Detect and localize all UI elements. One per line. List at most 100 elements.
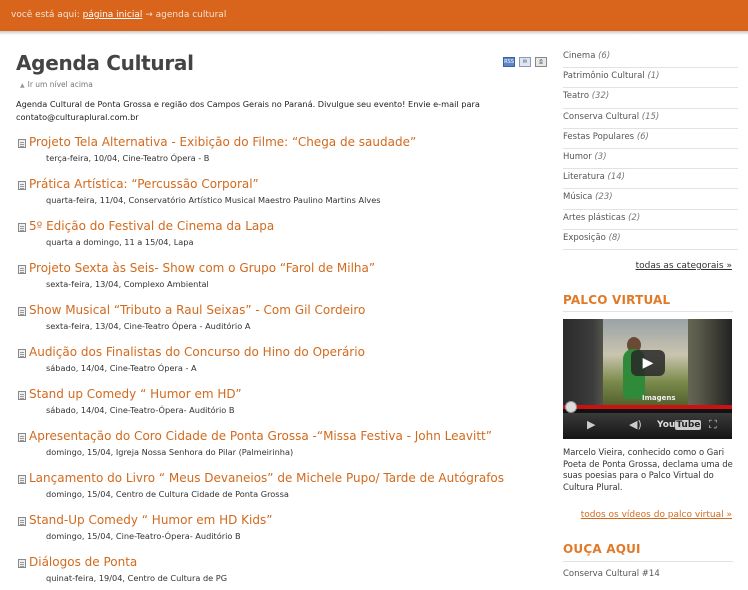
event-doc-icon [18, 517, 26, 526]
event-meta: sexta-feira, 13/04, Complexo Ambiental [46, 279, 209, 289]
event-doc-icon [18, 433, 26, 442]
fullscreen-icon[interactable]: ⛶ [709, 418, 717, 432]
breadcrumb-arrow: → [145, 10, 153, 20]
event-doc-icon [18, 223, 26, 232]
category-list: Cinema (6) Patrimônio Cultural (1) Teatro … [563, 48, 738, 250]
event-title-link[interactable]: 5º Edição do Festival de Cinema da Lapa [29, 219, 274, 233]
event-title-link[interactable]: Show Musical “Tributo a Raul Seixas” - C… [29, 303, 365, 317]
event-doc-icon [18, 391, 26, 400]
event-doc-icon [18, 349, 26, 358]
event-title-link[interactable]: Lançamento do Livro “ Meus Devaneios” de… [29, 471, 504, 485]
event-title-link[interactable]: Projeto Sexta às Seis- Show com o Grupo … [29, 261, 375, 275]
category-count: (3) [594, 151, 607, 162]
breadcrumb-prefix: você está aqui: [11, 10, 80, 20]
event-item: Prática Artística: “Percussão Corporal” q… [18, 177, 548, 219]
event-meta: quarta a domingo, 11 a 15/04, Lapa [46, 237, 194, 247]
event-item: Apresentação do Coro Cidade de Ponta Gro… [18, 429, 548, 471]
top-bar-shadow [0, 31, 748, 35]
top-bar: você está aqui: página inicial → agenda … [0, 0, 748, 31]
event-item: Lançamento do Livro “ Meus Devaneios” de… [18, 471, 548, 513]
event-title-link[interactable]: Projeto Tela Alternativa - Exibição do F… [29, 135, 416, 149]
intro-text: Agenda Cultural de Ponta Grossa e região… [16, 99, 480, 122]
category-count: (1) [647, 71, 660, 82]
palco-virtual-title: PALCO VIRTUAL [563, 293, 671, 307]
category-item[interactable]: Teatro (32) [563, 88, 738, 109]
category-name: Teatro [563, 91, 590, 102]
event-meta: domingo, 15/04, Igreja Nossa Senhora do … [46, 447, 294, 457]
event-meta: sexta-feira, 13/04, Cine-Teatro Ópera - … [46, 321, 251, 331]
event-title-link[interactable]: Stand up Comedy “ Humor em HD” [29, 387, 242, 401]
category-name: Festas Populares [563, 131, 635, 142]
video-controls: ▶ ◀) YouTube ⛶ [563, 413, 732, 439]
event-meta: domingo, 15/04, Cine-Teatro-Ópera- Audit… [46, 531, 241, 541]
event-doc-icon [18, 307, 26, 316]
play-control-icon[interactable]: ▶ [587, 418, 595, 431]
page-title: Agenda Cultural [16, 51, 194, 75]
email-icon[interactable]: ✉ [519, 57, 531, 67]
volume-icon[interactable]: ◀) [629, 418, 642, 431]
category-item[interactable]: Música (23) [563, 189, 738, 210]
divider [563, 311, 733, 312]
category-item[interactable]: Humor (3) [563, 149, 738, 170]
event-item: Audição dos Finalistas do Concurso do Hi… [18, 345, 548, 387]
event-item: Stand-Up Comedy “ Humor em HD Kids” domin… [18, 513, 548, 555]
category-item[interactable]: Literatura (14) [563, 169, 738, 190]
event-list: Projeto Tela Alternativa - Exibição do F… [18, 135, 548, 590]
event-doc-icon [18, 475, 26, 484]
event-item: Show Musical “Tributo a Raul Seixas” - C… [18, 303, 548, 345]
category-count: (14) [607, 172, 625, 183]
page-tools: RSS ✉ ⎙ [503, 57, 547, 67]
event-item: Projeto Tela Alternativa - Exibição do F… [18, 135, 548, 177]
video-description: Marcelo Vieira, conhecido como o Gari Po… [563, 447, 733, 492]
youtube-logo-you: You [657, 420, 676, 430]
category-count: (8) [608, 232, 621, 243]
category-count: (32) [591, 91, 610, 102]
event-item: 5º Edição do Festival de Cinema da Lapa q… [18, 219, 548, 261]
print-icon[interactable]: ⎙ [535, 57, 547, 67]
category-name: Cinema [563, 51, 596, 61]
event-title-link[interactable]: Audição dos Finalistas do Concurso do Hi… [29, 345, 365, 359]
category-name: Patrimônio Cultural [563, 71, 645, 82]
video-progress-knob[interactable] [565, 401, 577, 413]
category-item[interactable]: Patrimônio Cultural (1) [563, 68, 738, 89]
category-item[interactable]: Conserva Cultural (15) [563, 109, 738, 129]
event-title-link[interactable]: Diálogos de Ponta [29, 555, 137, 569]
category-item[interactable]: Artes plásticas (2) [563, 210, 738, 230]
event-meta: quinat-feira, 19/04, Centro de Cultura d… [46, 573, 228, 583]
event-doc-icon [18, 559, 26, 568]
event-item: Diálogos de Ponta quinat-feira, 19/04, Ce… [18, 555, 548, 590]
event-title-link[interactable]: Apresentação do Coro Cidade de Ponta Gro… [29, 429, 492, 443]
event-meta: sábado, 14/04, Cine-Teatro-Ópera- Auditó… [46, 405, 235, 415]
category-count: (6) [636, 131, 649, 142]
up-level-link[interactable]: ▲ Ir um nível acima [20, 80, 93, 89]
rss-icon[interactable]: RSS [503, 57, 515, 67]
event-meta: terça-feira, 10/04, Cine-Teatro Ópera - … [46, 153, 210, 163]
event-meta: quarta-feira, 11/04, Conservatório Artís… [46, 195, 381, 205]
category-item[interactable]: Festas Populares (6) [563, 129, 738, 149]
event-title-link[interactable]: Stand-Up Comedy “ Humor em HD Kids” [29, 513, 272, 527]
category-item[interactable]: Cinema (6) [563, 48, 738, 69]
breadcrumb-current: agenda cultural [155, 10, 227, 20]
category-name: Música [563, 192, 593, 203]
all-videos-link[interactable]: todos os vídeos do palco virtual » [581, 510, 732, 520]
category-name: Literatura [563, 172, 605, 183]
breadcrumb-home-link[interactable]: página inicial [83, 10, 143, 20]
all-categories-link[interactable]: todas as categorais » [636, 261, 732, 271]
event-item: Stand up Comedy “ Humor em HD” sábado, 14… [18, 387, 548, 429]
category-count: (15) [641, 111, 660, 122]
video-player[interactable]: ▶ Imagens ▶ ◀) YouTube ⛶ [563, 319, 732, 439]
category-name: Exposição [563, 232, 606, 243]
youtube-logo[interactable]: YouTube [657, 420, 702, 430]
category-name: Artes plásticas [563, 212, 626, 223]
audio-item-link[interactable]: Conserva Cultural #14 [563, 569, 660, 579]
play-icon[interactable]: ▶ [631, 350, 665, 376]
video-progress-bar[interactable] [563, 405, 732, 409]
event-meta: domingo, 15/04, Centro de Cultura Cidade… [46, 489, 289, 499]
divider [563, 561, 733, 562]
event-title-link[interactable]: Prática Artística: “Percussão Corporal” [29, 177, 259, 191]
breadcrumb: você está aqui: página inicial → agenda … [11, 10, 226, 20]
up-level-label: Ir um nível acima [27, 80, 93, 89]
event-doc-icon [18, 265, 26, 274]
category-item[interactable]: Exposição (8) [563, 230, 738, 250]
video-caption: Imagens [642, 394, 676, 402]
